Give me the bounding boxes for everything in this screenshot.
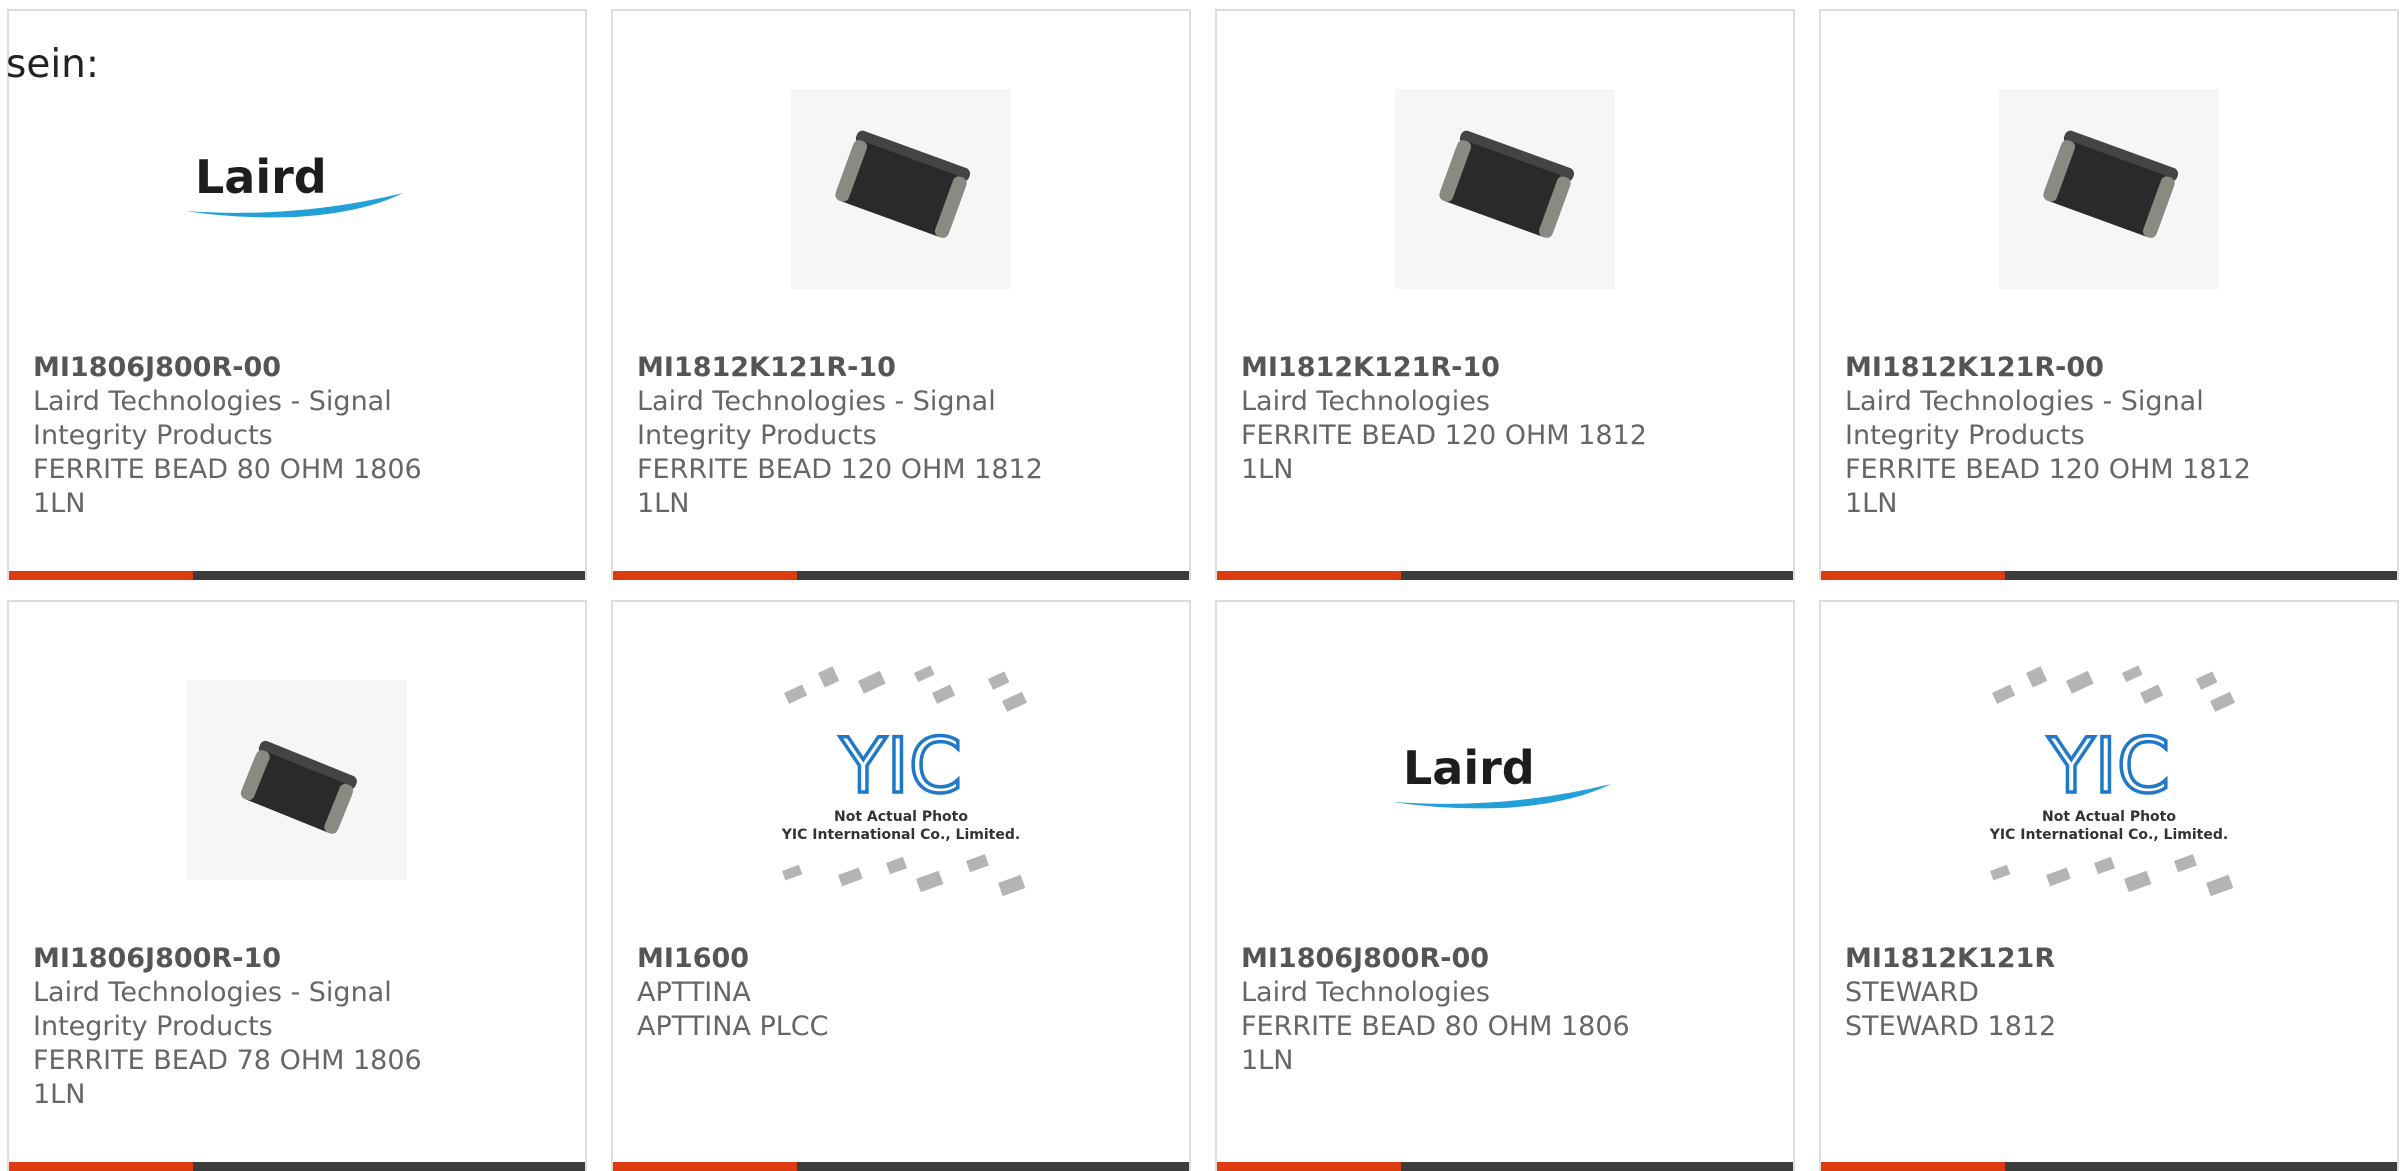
card-accent-bar (1217, 571, 1793, 580)
placeholder-photo-icon: YICNot Actual Photo YIC International Co.… (781, 665, 1028, 897)
card-accent-bar (1821, 1162, 2397, 1171)
part-number-link[interactable]: MI1600 (637, 942, 1077, 976)
part-number-link[interactable]: MI1812K121R-10 (637, 351, 1077, 385)
manufacturer-name: Laird Technologies - Signal Integrity Pr… (33, 386, 392, 451)
product-info: MI1806J800R-00 Laird Technologies - Sign… (33, 351, 473, 521)
product-description: FERRITE BEAD 80 OHM 1806 1LN (1241, 1011, 1630, 1076)
product-card[interactable]: Laird MI1806J800R-00 Laird Technologies … (7, 9, 587, 580)
product-grid: Laird MI1806J800R-00 Laird Technologies … (7, 9, 2399, 1171)
product-card[interactable]: MI1812K121R-00 Laird Technologies - Sign… (1819, 9, 2399, 580)
part-number-link[interactable]: MI1812K121R (1845, 942, 2285, 976)
product-card[interactable]: YIC Not Actual Photo YIC International Co.… (1819, 600, 2399, 1171)
manufacturer-name: Laird Technologies (1241, 977, 1490, 1008)
svg-text:Laird: Laird (1403, 741, 1535, 795)
svg-text:YIC International Co., Limited: YIC International Co., Limited. (781, 827, 1020, 843)
product-description: FERRITE BEAD 120 OHM 1812 1LN (1241, 420, 1647, 485)
manufacturer-name: Laird Technologies (1241, 386, 1490, 417)
laird-logo-icon: Laird (1393, 741, 1611, 808)
accent-bar-fill (1821, 571, 2006, 580)
svg-text:Not Actual Photo: Not Actual Photo (2042, 809, 2176, 825)
intro-text: sein: (6, 42, 100, 87)
manufacturer-name: Laird Technologies - Signal Integrity Pr… (637, 386, 996, 451)
product-description: FERRITE BEAD 78 OHM 1806 1LN (33, 1045, 422, 1110)
product-image[interactable] (761, 81, 1041, 296)
product-info: MI1812K121R-00 Laird Technologies - Sign… (1845, 351, 2285, 521)
product-image[interactable]: Laird (1365, 672, 1645, 887)
manufacturer-name: Laird Technologies - Signal Integrity Pr… (33, 977, 392, 1042)
ferrite-bead-icon (187, 679, 407, 880)
product-image[interactable] (1365, 81, 1645, 296)
product-image[interactable]: Laird (157, 81, 437, 296)
card-accent-bar (9, 571, 585, 580)
product-description: FERRITE BEAD 120 OHM 1812 1LN (1845, 454, 2251, 519)
part-number-link[interactable]: MI1806J800R-10 (33, 942, 473, 976)
product-description: APTTINA PLCC (637, 1011, 829, 1042)
svg-text:YIC: YIC (839, 721, 962, 810)
part-number-link[interactable]: MI1806J800R-00 (33, 351, 473, 385)
card-accent-bar (1821, 571, 2397, 580)
card-accent-bar (613, 1162, 1189, 1171)
manufacturer-name: Laird Technologies - Signal Integrity Pr… (1845, 386, 2204, 451)
product-info: MI1600 APTTINA APTTINA PLCC (637, 942, 1077, 1044)
accent-bar-fill (9, 571, 194, 580)
svg-text:YIC International Co., Limited: YIC International Co., Limited. (1989, 827, 2228, 843)
ferrite-bead-icon (1999, 88, 2219, 289)
accent-bar-fill (1217, 571, 1402, 580)
product-card[interactable]: MI1812K121R-10 Laird Technologies FERRIT… (1215, 9, 1795, 580)
placeholder-photo-icon: YICNot Actual Photo YIC International Co.… (1989, 665, 2236, 897)
ferrite-bead-icon (791, 88, 1011, 289)
product-image[interactable]: YIC Not Actual Photo YIC International Co.… (1969, 665, 2249, 897)
ferrite-bead-icon (1395, 88, 1615, 289)
product-image[interactable] (1969, 81, 2249, 296)
product-card[interactable]: Laird MI1806J800R-00 Laird Technologies … (1215, 600, 1795, 1171)
laird-logo-icon: Laird (185, 150, 403, 217)
product-description: FERRITE BEAD 120 OHM 1812 1LN (637, 454, 1043, 519)
accent-bar-fill (1821, 1162, 2006, 1171)
product-description: STEWARD 1812 (1845, 1011, 2057, 1042)
accent-bar-fill (1217, 1162, 1402, 1171)
product-info: MI1812K121R-10 Laird Technologies - Sign… (637, 351, 1077, 521)
card-accent-bar (613, 571, 1189, 580)
product-card[interactable]: MI1812K121R-10 Laird Technologies - Sign… (611, 9, 1191, 580)
part-number-link[interactable]: MI1806J800R-00 (1241, 942, 1681, 976)
svg-text:Laird: Laird (195, 150, 327, 204)
product-info: MI1812K121R-10 Laird Technologies FERRIT… (1241, 351, 1681, 487)
svg-text:YIC: YIC (2047, 721, 2170, 810)
card-accent-bar (9, 1162, 585, 1171)
product-card[interactable]: YIC Not Actual Photo YIC International Co.… (611, 600, 1191, 1171)
product-description: FERRITE BEAD 80 OHM 1806 1LN (33, 454, 422, 519)
product-image[interactable]: YIC Not Actual Photo YIC International Co.… (761, 665, 1041, 897)
manufacturer-name: APTTINA (637, 977, 751, 1008)
product-info: MI1806J800R-00 Laird Technologies FERRIT… (1241, 942, 1681, 1078)
product-image[interactable] (157, 672, 437, 887)
product-info: MI1806J800R-10 Laird Technologies - Sign… (33, 942, 473, 1112)
svg-text:Not Actual Photo: Not Actual Photo (834, 809, 968, 825)
accent-bar-fill (613, 571, 798, 580)
part-number-link[interactable]: MI1812K121R-10 (1241, 351, 1681, 385)
product-card[interactable]: MI1806J800R-10 Laird Technologies - Sign… (7, 600, 587, 1171)
card-accent-bar (1217, 1162, 1793, 1171)
accent-bar-fill (9, 1162, 194, 1171)
part-number-link[interactable]: MI1812K121R-00 (1845, 351, 2285, 385)
product-info: MI1812K121R STEWARD STEWARD 1812 (1845, 942, 2285, 1044)
accent-bar-fill (613, 1162, 798, 1171)
manufacturer-name: STEWARD (1845, 977, 1979, 1008)
